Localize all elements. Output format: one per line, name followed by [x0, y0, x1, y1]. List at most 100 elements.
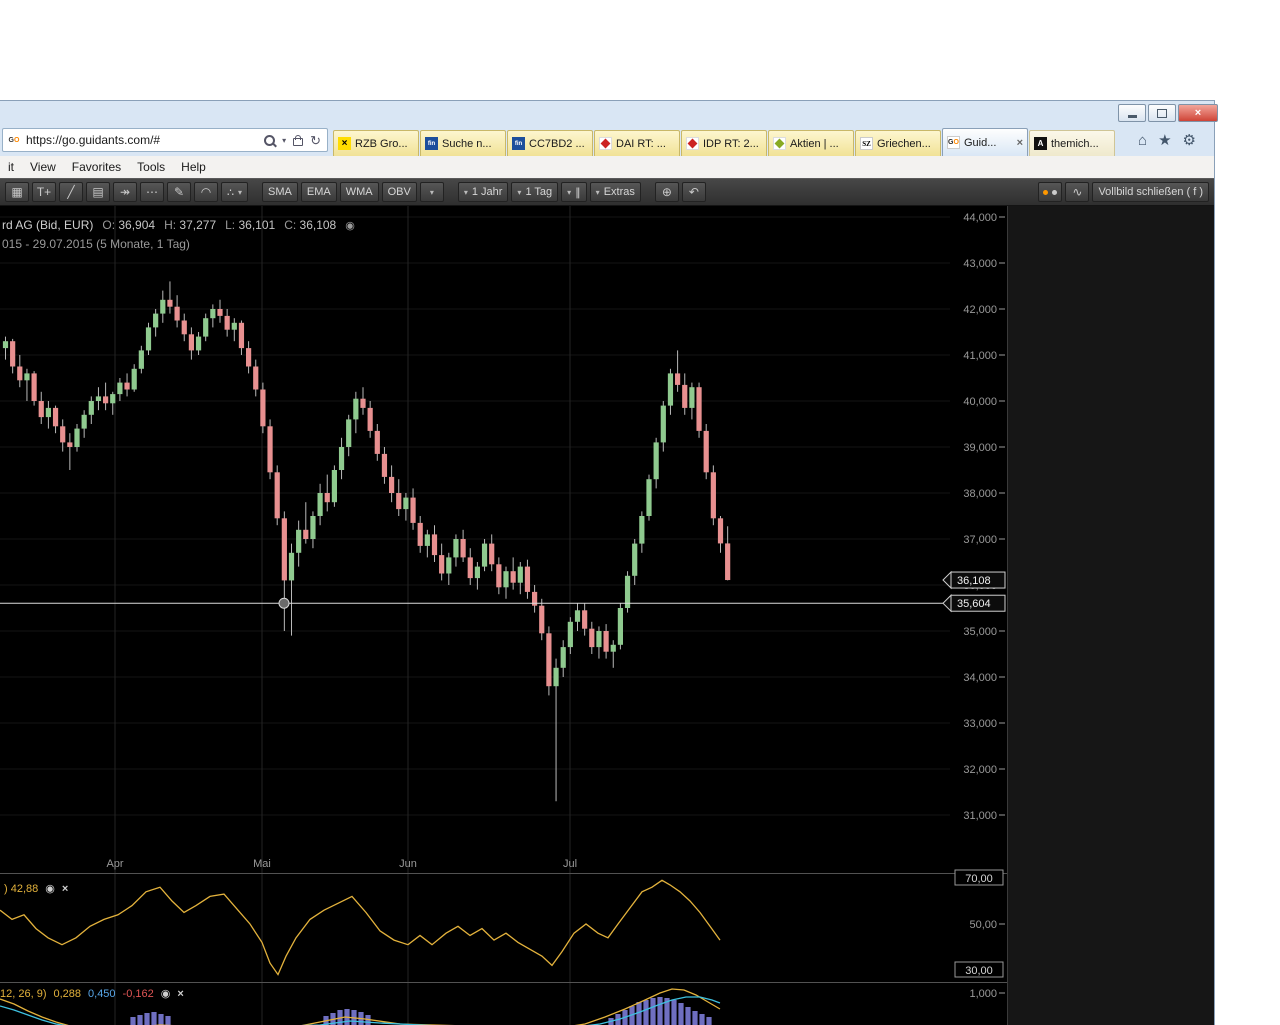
ema-button[interactable]: EMA [301, 182, 337, 202]
candle-body [346, 419, 351, 447]
candle-body [117, 383, 122, 395]
candle-body [553, 668, 558, 686]
window-controls: × [1118, 104, 1218, 122]
candle-body [525, 567, 530, 592]
menu-edit[interactable]: it [0, 158, 22, 176]
dashed-line-tool-icon[interactable]: ⋯ [140, 182, 164, 202]
layout-grid-icon[interactable]: ▦ [5, 182, 29, 202]
candle-body [239, 323, 244, 348]
horizontal-line-value-tag-arrow [943, 595, 951, 611]
obv-button[interactable]: OBV [382, 182, 417, 202]
candle-body [103, 396, 108, 403]
tab-cc7bd2[interactable]: fin CC7BD2 ... [507, 130, 593, 156]
tab-close-icon[interactable]: × [1017, 137, 1023, 149]
candle-body [96, 396, 101, 401]
candle-body [675, 373, 680, 385]
period-dropdown[interactable]: ▾ 1 Jahr [458, 182, 509, 202]
search-icon[interactable] [264, 135, 275, 146]
macd-histogram-bar [158, 1014, 163, 1025]
candle-body [10, 341, 15, 366]
search-dropdown-icon[interactable]: ▾ [282, 136, 286, 145]
fibonacci-grid-icon[interactable]: ▤ [86, 182, 110, 202]
candle-body [74, 429, 79, 447]
fullscreen-toggle-button[interactable]: Vollbild schließen ( f ) [1092, 182, 1209, 202]
sparkline-icon[interactable]: ∿ [1065, 182, 1089, 202]
candle-body [296, 530, 301, 553]
home-icon[interactable]: ⌂ [1138, 133, 1147, 148]
tab-themich[interactable]: A themich... [1029, 130, 1115, 156]
candle-body [24, 373, 29, 380]
close-value: 36,108 [300, 218, 337, 232]
ray-tool-icon[interactable]: ↠ [113, 182, 137, 202]
pattern-tool-dropdown[interactable]: ∴ ▾ [221, 182, 248, 202]
url-input[interactable]: https://go.guidants.com/# [26, 133, 264, 147]
minimize-button[interactable] [1118, 104, 1146, 122]
address-bar[interactable]: GO https://go.guidants.com/# ▾ ↻ [2, 128, 328, 152]
browser-window: × GO https://go.guidants.com/# ▾ ↻ × RZB… [0, 100, 1215, 1025]
candle-body [518, 567, 523, 583]
candle-body [439, 555, 444, 573]
tab-griechen[interactable]: SZ Griechen... [855, 130, 941, 156]
candle-body [589, 629, 594, 647]
macd-signal-value: 0,450 [88, 988, 116, 1000]
candle-body [267, 426, 272, 472]
pencil-tool-icon[interactable]: ✎ [167, 182, 191, 202]
extras-dropdown[interactable]: ▾ Extras [590, 182, 641, 202]
candle-body [153, 314, 158, 328]
price-axis-label: 37,000 [963, 534, 997, 546]
zoom-in-icon[interactable]: ⊕ [655, 182, 679, 202]
menu-tools[interactable]: Tools [129, 158, 173, 176]
undo-icon[interactable]: ↶ [682, 182, 706, 202]
chart-type-dropdown[interactable]: ▾ ∥ [561, 182, 587, 202]
chart-canvas[interactable]: 44,00043,00042,00041,00040,00039,00038,0… [0, 206, 1007, 1025]
candle-body [203, 318, 208, 336]
menu-help[interactable]: Help [173, 158, 214, 176]
favorites-star-icon[interactable]: ★ [1158, 133, 1171, 148]
text-tool-button[interactable]: T+ [32, 182, 56, 202]
candle-body [182, 321, 187, 335]
settings-gear-icon[interactable]: ⚙ [1183, 133, 1196, 148]
price-axis-label: 38,000 [963, 488, 997, 500]
tab-dai[interactable]: DAI RT: ... [594, 130, 680, 156]
candle-body [325, 493, 330, 502]
close-button[interactable]: × [1178, 104, 1218, 122]
trendline-tool-icon[interactable]: ╱ [59, 182, 83, 202]
candle-body [360, 399, 365, 408]
open-value: 36,904 [118, 218, 155, 232]
refresh-icon[interactable]: ↻ [310, 134, 321, 147]
sma-button[interactable]: SMA [262, 182, 298, 202]
tab-aktien[interactable]: Aktien | ... [768, 130, 854, 156]
tab-rzb[interactable]: × RZB Gro... [333, 130, 419, 156]
horizontal-line-marker[interactable] [279, 598, 289, 608]
candle-body [232, 323, 237, 330]
macd-visibility-icon[interactable]: ◉ [161, 987, 171, 1000]
tab-guidants-active[interactable]: GO Guid... × [942, 128, 1028, 156]
candle-body [482, 544, 487, 567]
tab-idp[interactable]: IDP RT: 2... [681, 130, 767, 156]
interval-dropdown[interactable]: ▾ 1 Tag [511, 182, 558, 202]
candle-body [382, 454, 387, 477]
candle-body [582, 610, 587, 628]
macd-remove-icon[interactable]: × [177, 988, 183, 1000]
rsi-remove-icon[interactable]: × [62, 883, 68, 895]
candle-body [611, 645, 616, 652]
menu-view[interactable]: View [22, 158, 64, 176]
candle-body [618, 608, 623, 645]
wma-button[interactable]: WMA [340, 182, 379, 202]
instrument-visibility-icon[interactable]: ◉ [345, 219, 355, 232]
candle-body [332, 470, 337, 502]
indicator-dropdown-icon[interactable]: ▾ [420, 182, 444, 202]
menu-favorites[interactable]: Favorites [64, 158, 129, 176]
candle-body [403, 498, 408, 510]
candle-body [489, 544, 494, 565]
curve-tool-icon[interactable]: ◠ [194, 182, 218, 202]
maximize-button[interactable] [1148, 104, 1176, 122]
rsi-line [0, 880, 720, 974]
rsi-visibility-icon[interactable]: ◉ [45, 882, 55, 895]
rsi-header: ) 42,88 ◉ × [4, 882, 68, 895]
candle-body [46, 408, 51, 417]
tab-suche[interactable]: fin Suche n... [420, 130, 506, 156]
price-axis-label: 35,000 [963, 626, 997, 638]
candle-body [425, 534, 430, 546]
experts-dots-icon[interactable] [1038, 182, 1062, 202]
